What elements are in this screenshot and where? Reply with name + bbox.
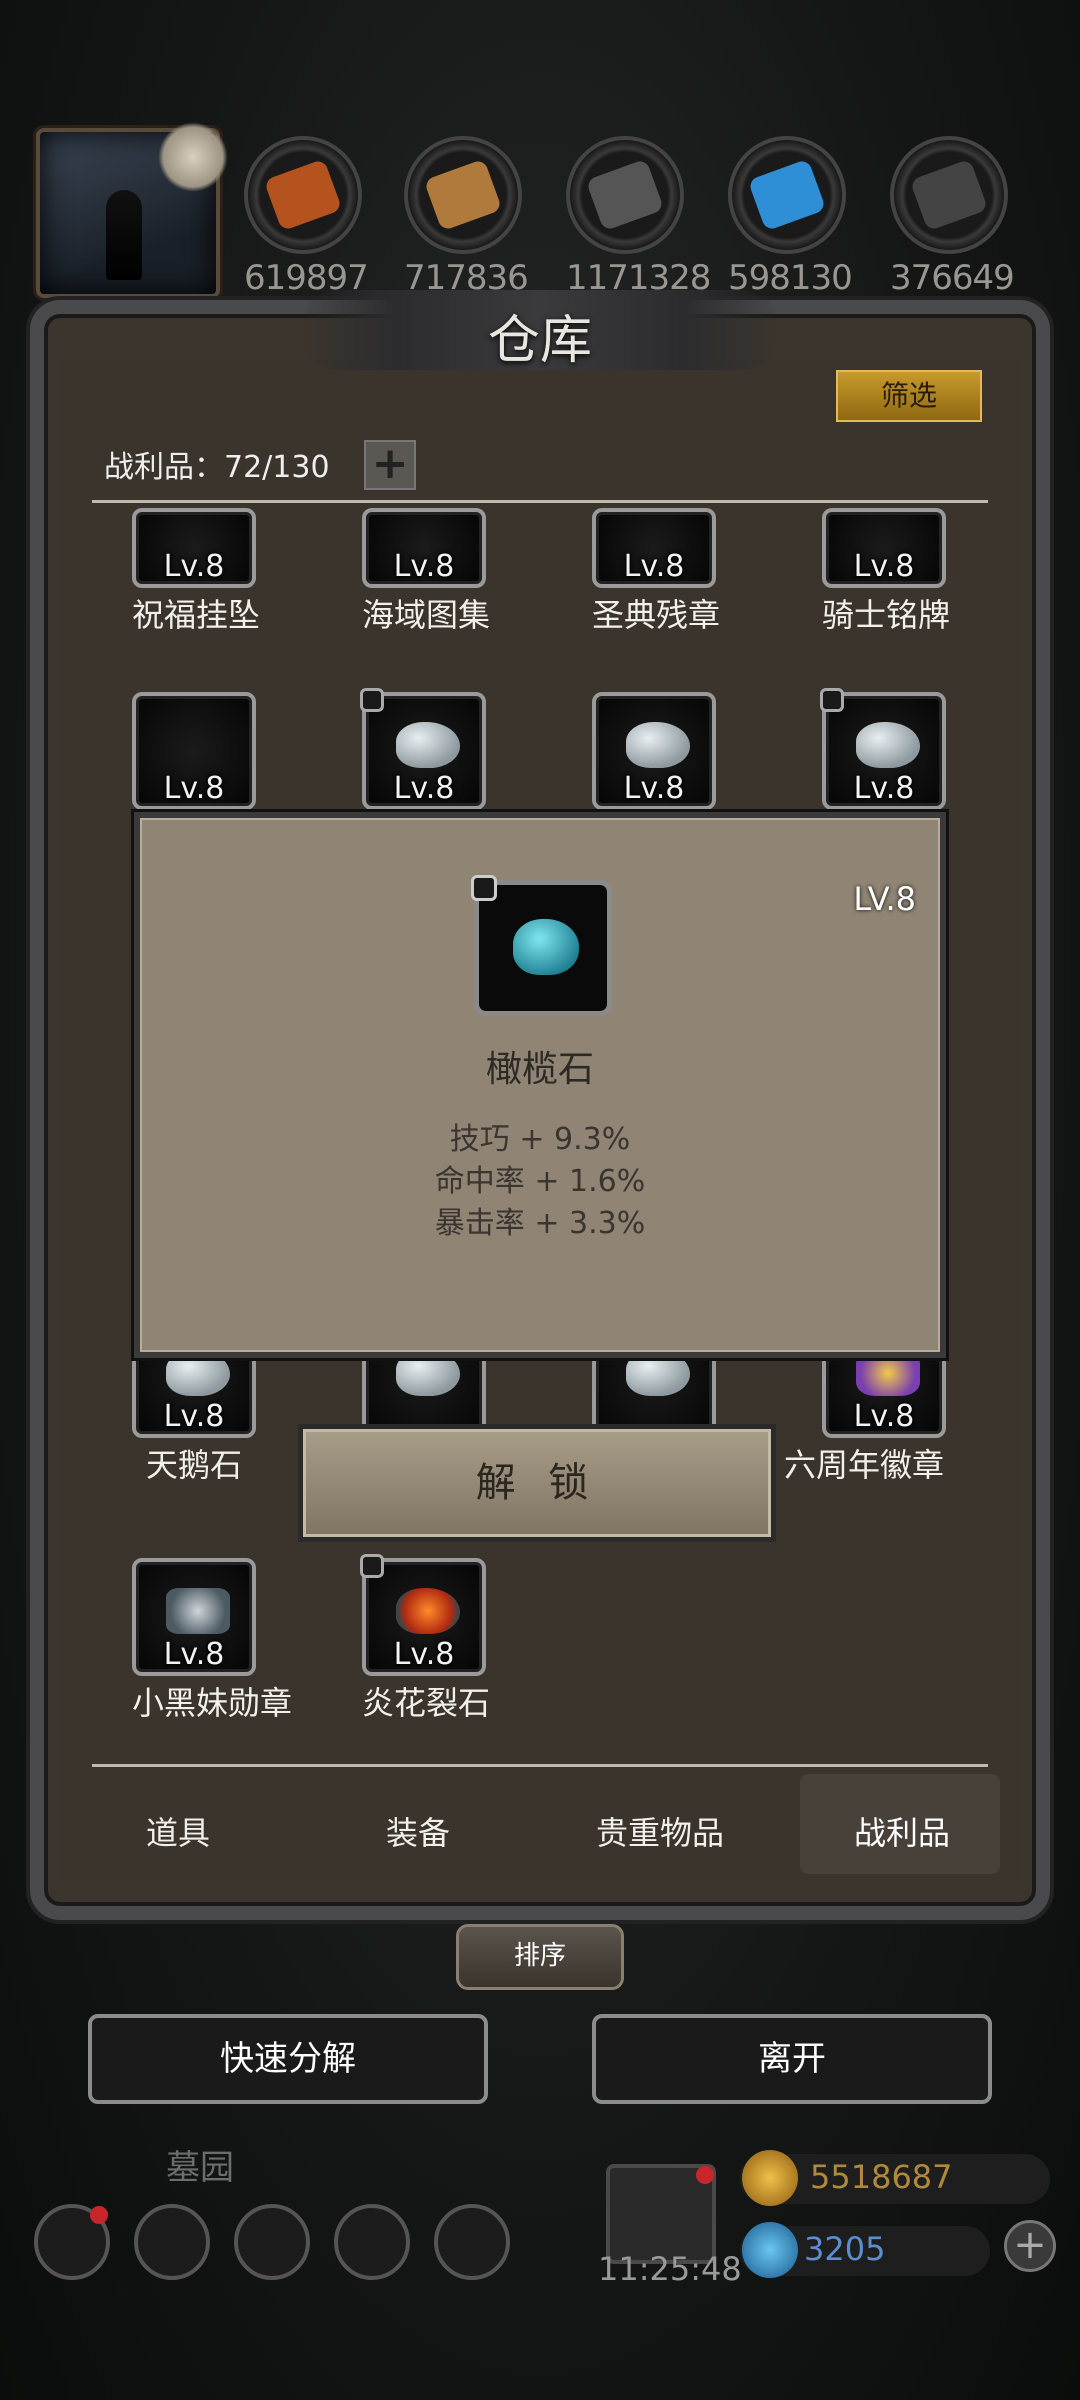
- notification-dot: [90, 2206, 108, 2224]
- settings-icon[interactable]: [34, 2204, 110, 2280]
- resource-steel[interactable]: 376649: [890, 136, 1015, 298]
- stone-icon: [396, 722, 460, 768]
- divider: [92, 1764, 988, 1767]
- item-slot[interactable]: Lv.8 海域图集: [362, 508, 490, 636]
- map-icon[interactable]: [434, 2204, 510, 2280]
- item-slot[interactable]: Lv.8: [820, 688, 946, 810]
- item-slot[interactable]: Lv.8 祝福挂坠: [132, 508, 260, 636]
- location-label: 墓园: [166, 2148, 234, 2188]
- quick-disassemble-button[interactable]: 快速分解: [88, 2014, 488, 2104]
- notification-dot: [696, 2166, 714, 2184]
- filter-button[interactable]: 筛选: [836, 370, 982, 422]
- steel-icon: [909, 158, 989, 232]
- plank-icon: [423, 158, 503, 232]
- stone-icon: [856, 722, 920, 768]
- resource-crystal[interactable]: 598130: [728, 136, 853, 298]
- lock-icon: [360, 688, 384, 712]
- loot-count: 战利品：72/130: [104, 450, 330, 485]
- add-currency-button[interactable]: +: [1004, 2220, 1056, 2272]
- item-icon-slot: [471, 875, 612, 1016]
- stone-icon: [626, 722, 690, 768]
- resource-iron[interactable]: 1171328: [566, 136, 711, 298]
- sort-button[interactable]: 排序: [456, 1924, 624, 1990]
- unlock-button[interactable]: 解 锁: [298, 1424, 776, 1542]
- item-slot[interactable]: Lv.8 炎花裂石: [360, 1554, 490, 1724]
- item-detail-popup: LV.8 橄榄石 技巧 + 9.3% 命中率 + 1.6% 暴击率 + 3.3%: [134, 812, 946, 1358]
- item-stat: 暴击率 + 3.3%: [434, 1206, 646, 1241]
- lock-icon: [471, 875, 497, 901]
- gem-amount: 3205: [804, 2230, 886, 2268]
- flower-decoration: [158, 122, 228, 192]
- gold-coin-icon: [742, 2150, 798, 2206]
- gold-amount: 5518687: [810, 2158, 953, 2196]
- item-name: 橄榄石: [485, 1049, 594, 1090]
- tab-props[interactable]: 道具: [58, 1808, 298, 1854]
- resource-value: 376649: [890, 258, 1015, 298]
- divider: [92, 500, 988, 503]
- item-slot[interactable]: Lv.8: [592, 692, 716, 810]
- lock-icon: [360, 1554, 384, 1578]
- item-slot[interactable]: Lv.8 小黑妹勋章: [132, 1558, 292, 1724]
- item-slot[interactable]: Lv.8: [360, 688, 486, 810]
- tab-valuables[interactable]: 贵重物品: [540, 1808, 780, 1854]
- skills-icon[interactable]: [134, 2204, 210, 2280]
- peridot-icon: [513, 919, 579, 975]
- expand-capacity-button[interactable]: +: [364, 440, 416, 490]
- hero-icon[interactable]: [234, 2204, 310, 2280]
- tab-equipment[interactable]: 装备: [298, 1808, 538, 1854]
- leave-button[interactable]: 离开: [592, 2014, 992, 2104]
- mail-icon[interactable]: [334, 2204, 410, 2280]
- fire-stone-icon: [396, 1588, 460, 1634]
- crystal-icon: [166, 1588, 230, 1634]
- item-stat: 命中率 + 1.6%: [434, 1164, 646, 1199]
- player-avatar[interactable]: [36, 122, 228, 298]
- wood-log-icon: [263, 158, 343, 232]
- resource-wood[interactable]: 619897: [244, 136, 369, 298]
- avatar-figure: [106, 190, 142, 280]
- item-slot[interactable]: Lv.8 圣典残章: [592, 508, 720, 636]
- iron-ingot-icon: [585, 158, 665, 232]
- resource-plank[interactable]: 717836: [404, 136, 529, 298]
- item-slot[interactable]: Lv.8: [132, 692, 256, 810]
- gem-icon: [742, 2222, 798, 2278]
- clock-time: 11:25:48: [598, 2250, 742, 2288]
- page-title: 仓库: [487, 311, 592, 371]
- crystal-icon: [747, 158, 827, 232]
- item-slot[interactable]: Lv.8 骑士铭牌: [822, 508, 950, 636]
- lock-icon: [820, 688, 844, 712]
- tab-loot[interactable]: 战利品: [782, 1808, 1022, 1854]
- item-level: LV.8: [853, 880, 916, 918]
- item-stat: 技巧 + 9.3%: [449, 1122, 631, 1157]
- gift-icon[interactable]: [606, 2164, 716, 2264]
